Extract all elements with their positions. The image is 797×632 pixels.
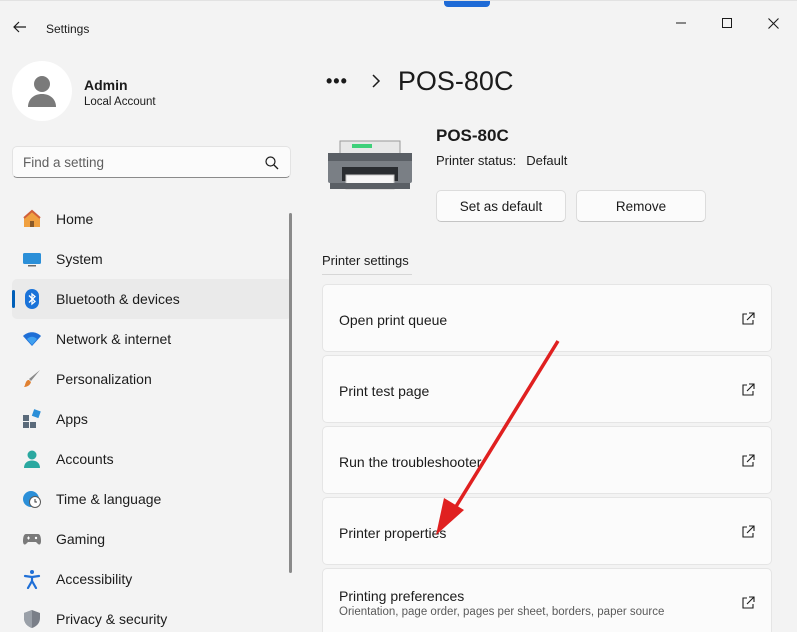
page-title: POS-80C (397, 65, 514, 96)
open-external-icon (742, 454, 755, 467)
run-troubleshooter-card[interactable]: Run the troubleshooter (322, 426, 772, 494)
app-title: Settings (46, 22, 90, 36)
system-icon (22, 249, 42, 269)
user-profile[interactable]: Admin Local Account (12, 61, 292, 123)
card-subtitle: Orientation, page order, pages per sheet… (339, 606, 665, 618)
printer-status-value: Default (526, 153, 568, 168)
maximize-button[interactable] (704, 9, 750, 37)
card-title: Printing preferences (339, 588, 465, 604)
back-arrow-icon (13, 21, 26, 33)
accounts-icon (22, 449, 42, 469)
search-input[interactable] (23, 153, 263, 171)
printer-properties-card[interactable]: Printer properties (322, 497, 772, 565)
printer-settings-heading: Printer settings (322, 253, 409, 268)
apps-icon (22, 409, 42, 429)
brush-icon (22, 369, 42, 389)
settings-window: Settings Admin Local Account Home (0, 0, 797, 632)
breadcrumb: ••• POS-80C (326, 63, 513, 99)
sidebar-item-label: Accessibility (56, 571, 133, 587)
wifi-icon (22, 329, 42, 349)
account-type: Local Account (84, 96, 156, 108)
sidebar-item-label: Bluetooth & devices (56, 291, 180, 307)
sidebar-item-home[interactable]: Home (12, 199, 292, 239)
sidebar-item-label: Gaming (56, 531, 106, 547)
sidebar-item-label: Personalization (56, 371, 152, 387)
search-box[interactable] (12, 146, 291, 178)
sidebar-scrollbar[interactable] (289, 213, 292, 573)
sidebar-item-accounts[interactable]: Accounts (12, 439, 292, 479)
sidebar-item-label: Time & language (56, 491, 162, 507)
sidebar-item-label: System (56, 251, 103, 267)
sidebar-item-system[interactable]: System (12, 239, 292, 279)
home-icon (22, 209, 42, 229)
open-external-icon (742, 312, 755, 325)
clock-globe-icon (22, 489, 42, 509)
sidebar-item-personalization[interactable]: Personalization (12, 359, 292, 399)
back-button[interactable] (8, 15, 32, 39)
active-indicator (12, 290, 15, 308)
sidebar-item-label: Accounts (56, 451, 114, 467)
sidebar-item-gaming[interactable]: Gaming (12, 519, 292, 559)
breadcrumb-more-button[interactable]: ••• (326, 71, 348, 92)
section-divider (322, 274, 412, 275)
minimize-icon (676, 22, 686, 24)
sidebar-item-network-internet[interactable]: Network & internet (12, 319, 292, 359)
open-external-icon (742, 383, 755, 396)
maximize-icon (722, 18, 732, 28)
gamepad-icon (22, 529, 42, 549)
minimize-button[interactable] (658, 9, 704, 37)
sidebar-item-accessibility[interactable]: Accessibility (12, 559, 292, 599)
title-bar: Settings (0, 1, 797, 47)
close-button[interactable] (750, 9, 796, 37)
print-test-page-card[interactable]: Print test page (322, 355, 772, 423)
open-print-queue-card[interactable]: Open print queue (322, 284, 772, 352)
chevron-right-icon (372, 74, 380, 88)
user-avatar-icon (28, 76, 56, 107)
sidebar-item-label: Apps (56, 411, 88, 427)
card-title: Print test page (339, 383, 430, 399)
sidebar-item-time-language[interactable]: Time & language (12, 479, 292, 519)
user-name: Admin (84, 77, 128, 93)
sidebar-nav: Home System Bluetooth & devices Network … (12, 199, 292, 632)
card-title: Printer properties (339, 525, 447, 541)
printer-icon (326, 139, 414, 199)
close-icon (767, 17, 779, 29)
printer-status-label: Printer status: (436, 153, 517, 168)
accessibility-icon (22, 569, 42, 589)
printing-preferences-card[interactable]: Printing preferences Orientation, page o… (322, 568, 772, 632)
shield-icon (22, 609, 42, 629)
sidebar-item-privacy-security[interactable]: Privacy & security (12, 599, 292, 632)
printer-name: POS-80C (436, 126, 509, 145)
set-as-default-button[interactable]: Set as default (436, 190, 566, 222)
search-icon[interactable] (264, 155, 280, 171)
open-external-icon (742, 596, 755, 609)
avatar (12, 61, 72, 121)
sidebar-item-label: Privacy & security (56, 611, 168, 627)
open-external-icon (742, 525, 755, 538)
card-title: Open print queue (339, 312, 448, 328)
sidebar-item-bluetooth-devices[interactable]: Bluetooth & devices (12, 279, 292, 319)
bluetooth-icon (22, 289, 42, 309)
sidebar-item-apps[interactable]: Apps (12, 399, 292, 439)
card-title: Run the troubleshooter (339, 454, 482, 470)
remove-button[interactable]: Remove (576, 190, 706, 222)
sidebar-item-label: Network & internet (56, 331, 172, 347)
printer-status: Printer status: Default (436, 153, 567, 168)
sidebar-item-label: Home (56, 211, 94, 227)
